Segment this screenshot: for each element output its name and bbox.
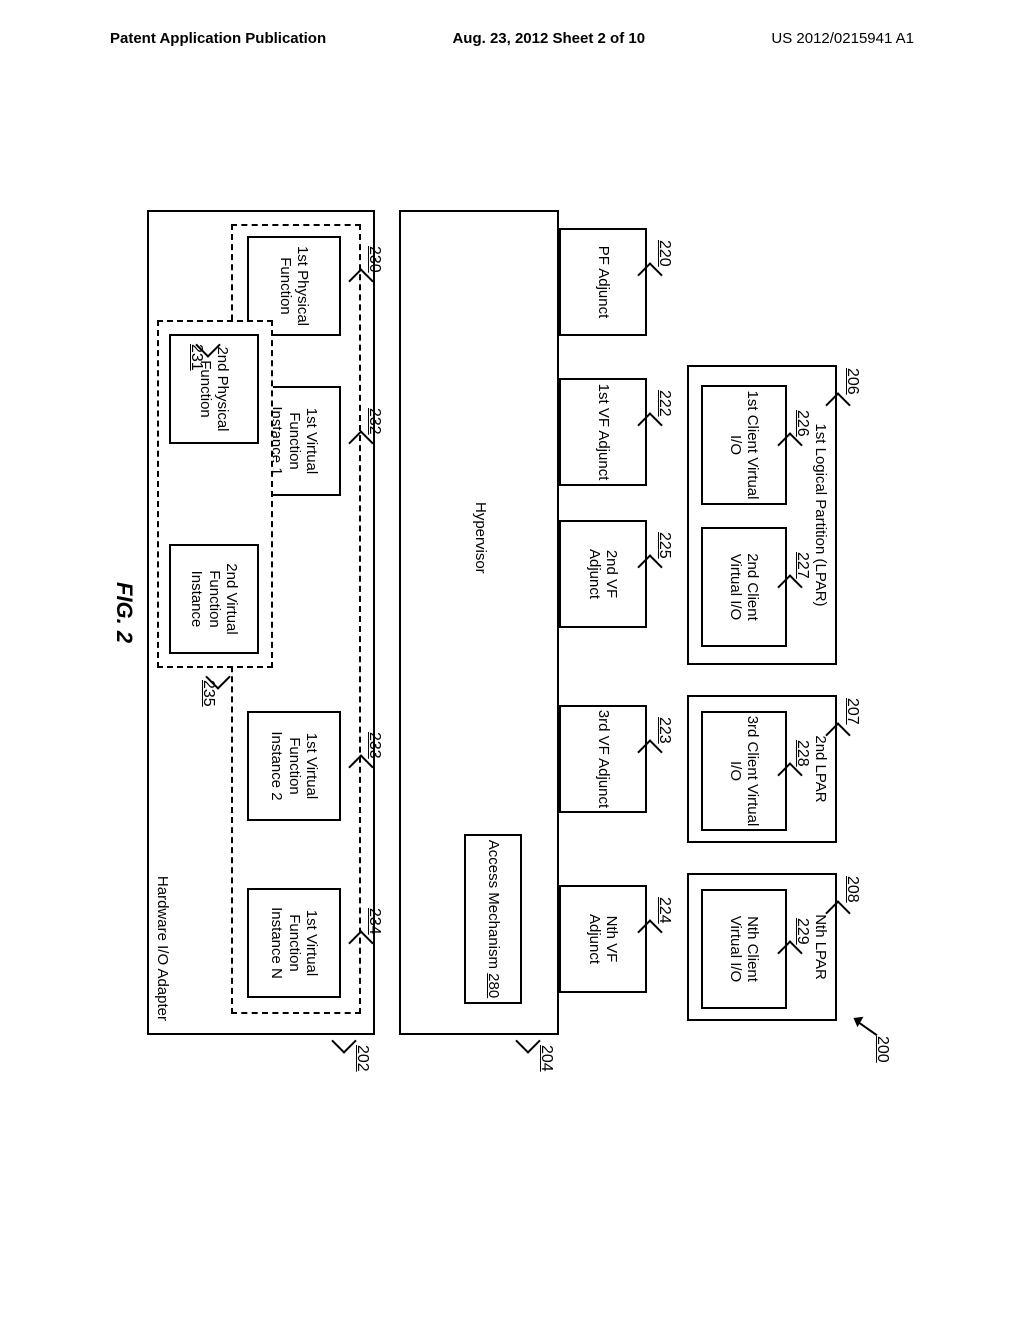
diagram-rotated: 200 1st Logical Partition (LPAR) 1st Cli… (70, 255, 940, 1015)
lpar-n-title: Nth LPAR (812, 875, 835, 1019)
page-header: Patent Application Publication Aug. 23, … (0, 30, 1024, 47)
ref-207: 207 (843, 698, 861, 725)
lpar-2-title: 2nd LPAR (812, 697, 835, 841)
ref-224: 224 (655, 897, 673, 924)
pf2-group: 2nd Physical Function 2nd Virtual Functi… (157, 320, 273, 668)
vfin: 1st Virtual Function Instance N (247, 888, 341, 998)
vf3-adjunct-label: 3rd VF Adjunct (561, 707, 645, 811)
client-vio-3-label: 3rd Client Virtual I/O (703, 713, 785, 829)
adapter-label: Hardware I/O Adapter (154, 876, 171, 1021)
pf-adjunct: PF Adjunct (559, 228, 647, 336)
figure-caption: FIG. 2 (111, 582, 137, 643)
pub-label: Patent Application Publication (110, 30, 326, 47)
sheet-label: Aug. 23, 2012 Sheet 2 of 10 (452, 30, 645, 47)
ref-225: 225 (655, 532, 673, 559)
ref-229: 229 (793, 918, 811, 945)
pf-adjunct-label: PF Adjunct (561, 230, 645, 334)
ref-202: 202 (353, 1045, 371, 1072)
access-mechanism: Access Mechanism 280 (464, 834, 522, 1004)
ref-227: 227 (793, 552, 811, 579)
client-vio-1-label: 1st Client Virtual I/O (703, 387, 785, 503)
client-vio-3: 3rd Client Virtual I/O (701, 711, 787, 831)
vf2-adjunct: 2nd VF Adjunct (559, 520, 647, 628)
ref-220: 220 (655, 240, 673, 267)
ref-204: 204 (537, 1045, 555, 1072)
vf3-adjunct: 3rd VF Adjunct (559, 705, 647, 813)
client-vio-n-label: Nth Client Virtual I/O (703, 891, 785, 1007)
vfn-adjunct: Nth VF Adjunct (559, 885, 647, 993)
diagram: 200 1st Logical Partition (LPAR) 1st Cli… (125, 200, 885, 1070)
vf2i: 2nd Virtual Function Instance (169, 544, 259, 654)
vfi2: 1st Virtual Function Instance 2 (247, 711, 341, 821)
ref-232: 232 (365, 408, 383, 435)
vfin-label: 1st Virtual Function Instance N (249, 890, 339, 996)
ref-230: 230 (365, 246, 383, 273)
ref-234: 234 (365, 908, 383, 935)
ref-223: 223 (655, 717, 673, 744)
pf2-label: 2nd Physical Function (171, 336, 257, 442)
lpar-2: 2nd LPAR 3rd Client Virtual I/O (687, 695, 837, 843)
client-vio-1: 1st Client Virtual I/O (701, 385, 787, 505)
lpar-n: Nth LPAR Nth Client Virtual I/O (687, 873, 837, 1021)
hypervisor: Hypervisor Access Mechanism 280 (399, 210, 559, 1035)
vf2-adjunct-label: 2nd VF Adjunct (561, 522, 645, 626)
docnum: US 2012/0215941 A1 (771, 30, 914, 47)
access-mech-label: Access Mechanism 280 (466, 836, 520, 1002)
ref-233: 233 (365, 732, 383, 759)
hypervisor-label: Hypervisor (472, 502, 489, 574)
leader-200 (858, 1022, 877, 1036)
ref-222: 222 (655, 390, 673, 417)
ref-208: 208 (843, 876, 861, 903)
vf1-adjunct-label: 1st VF Adjunct (561, 380, 645, 484)
ref-228: 228 (793, 740, 811, 767)
ref-200: 200 (873, 1036, 891, 1063)
vfn-adjunct-label: Nth VF Adjunct (561, 887, 645, 991)
hardware-adapter: Hardware I/O Adapter 1st Physical Functi… (147, 210, 375, 1035)
client-vio-2-label: 2nd Client Virtual I/O (703, 529, 785, 645)
client-vio-2: 2nd Client Virtual I/O (701, 527, 787, 647)
client-vio-n: Nth Client Virtual I/O (701, 889, 787, 1009)
lpar-1: 1st Logical Partition (LPAR) 1st Client … (687, 365, 837, 665)
ref-226: 226 (793, 410, 811, 437)
vf2i-label: 2nd Virtual Function Instance (171, 546, 257, 652)
ref-206: 206 (843, 368, 861, 395)
vf1-adjunct: 1st VF Adjunct (559, 378, 647, 486)
vfi2-label: 1st Virtual Function Instance 2 (249, 713, 339, 819)
